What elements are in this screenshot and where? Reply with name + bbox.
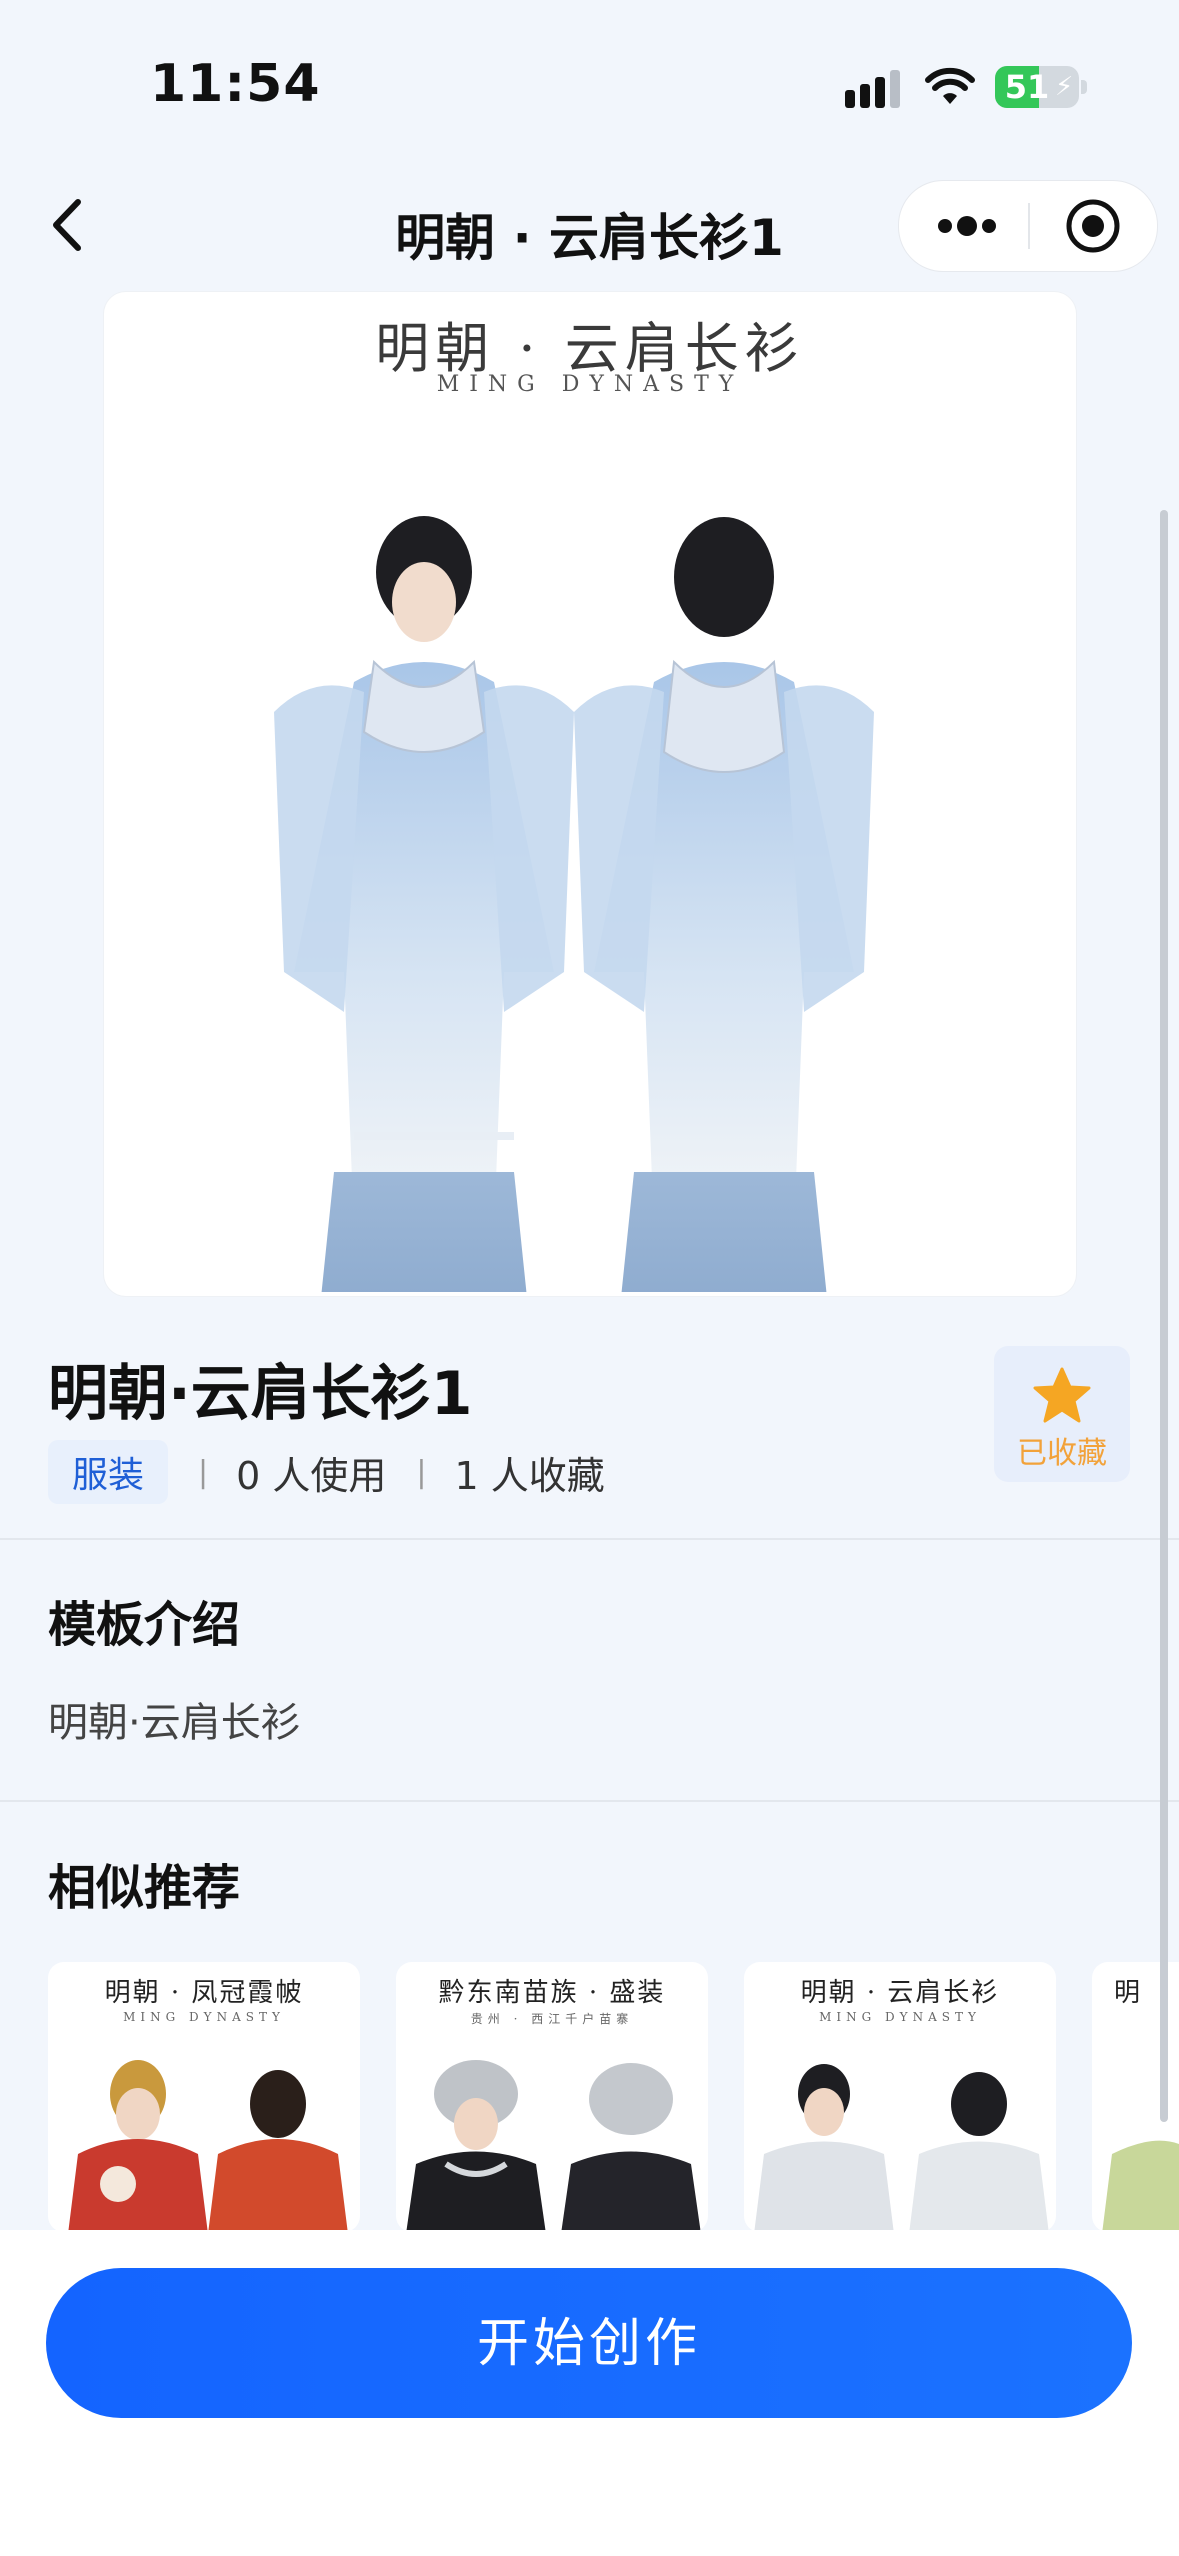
status-time: 11:54 — [150, 54, 321, 114]
intro-text: 明朝·云肩长衫 — [48, 1700, 301, 1746]
favorite-button[interactable]: 已收藏 — [994, 1346, 1130, 1482]
template-preview-image[interactable]: 明朝 · 云肩长衫 MING DYNASTY — [104, 292, 1076, 1296]
mini-program-capsule — [898, 180, 1158, 272]
battery-tip — [1081, 80, 1087, 94]
favorite-label: 已收藏 — [1017, 1436, 1107, 1471]
recommend-card-subtitle: MING DYNASTY — [123, 2010, 285, 2024]
capsule-divider — [1028, 203, 1030, 249]
more-options-icon[interactable] — [937, 209, 997, 243]
section-divider — [0, 1538, 1179, 1540]
status-bar: 11:54 51 ⚡ — [0, 0, 1179, 150]
recommend-card-image — [754, 2064, 1049, 2232]
recommend-card-image — [68, 2060, 348, 2232]
template-title: 明朝·云肩长衫1 — [48, 1359, 473, 1429]
start-creating-button[interactable]: 开始创作 — [46, 2268, 1132, 2418]
battery-level: 51 — [1004, 68, 1050, 106]
navigation-bar: 明朝 · 云肩长衫1 — [0, 160, 1179, 290]
cellular-signal-icon — [845, 70, 900, 108]
hanfu-figures-illustration — [274, 516, 874, 1292]
usage-count: 0 人使用 — [236, 1453, 387, 1498]
star-icon — [1033, 1367, 1091, 1423]
meta-separator: | — [416, 1454, 427, 1490]
battery-indicator: 51 ⚡ — [995, 66, 1087, 108]
recommend-card-title: 黔东南苗族 · 盛装 — [438, 1978, 666, 2008]
template-meta: 服装 | 0 人使用 | 1 人收藏 — [48, 1440, 605, 1504]
recommend-card[interactable]: 明朝 · 凤冠霞帔 MING DYNASTY — [48, 1962, 360, 2232]
recommend-card-title: 明 — [1114, 1978, 1143, 2008]
charging-bolt-icon: ⚡ — [1055, 72, 1074, 102]
recommend-card-subtitle: MING DYNASTY — [819, 2010, 981, 2024]
bottom-action-bar: 开始创作 — [0, 2230, 1179, 2556]
favorite-count: 1 人收藏 — [454, 1453, 605, 1498]
recommend-card[interactable]: 明朝 · 云肩长衫 MING DYNASTY — [744, 1962, 1056, 2232]
recommend-heading: 相似推荐 — [48, 1860, 241, 1916]
scrollbar[interactable] — [1160, 510, 1168, 2122]
recommend-card-image — [406, 2060, 701, 2232]
recommend-card-title: 明朝 · 云肩长衫 — [800, 1978, 1000, 2008]
recommend-card[interactable]: 黔东南苗族 · 盛装 贵州 · 西江千户苗寨 — [396, 1962, 708, 2232]
category-tag[interactable]: 服装 — [48, 1440, 169, 1504]
wifi-icon — [925, 67, 975, 104]
intro-heading: 模板介绍 — [48, 1597, 241, 1653]
meta-separator: | — [198, 1454, 209, 1490]
close-miniprogram-icon[interactable] — [1065, 198, 1121, 254]
recommend-card-title: 明朝 · 凤冠霞帔 — [104, 1978, 304, 2008]
hero-image-subtitle: MING DYNASTY — [436, 372, 744, 397]
section-divider — [0, 1800, 1179, 1802]
